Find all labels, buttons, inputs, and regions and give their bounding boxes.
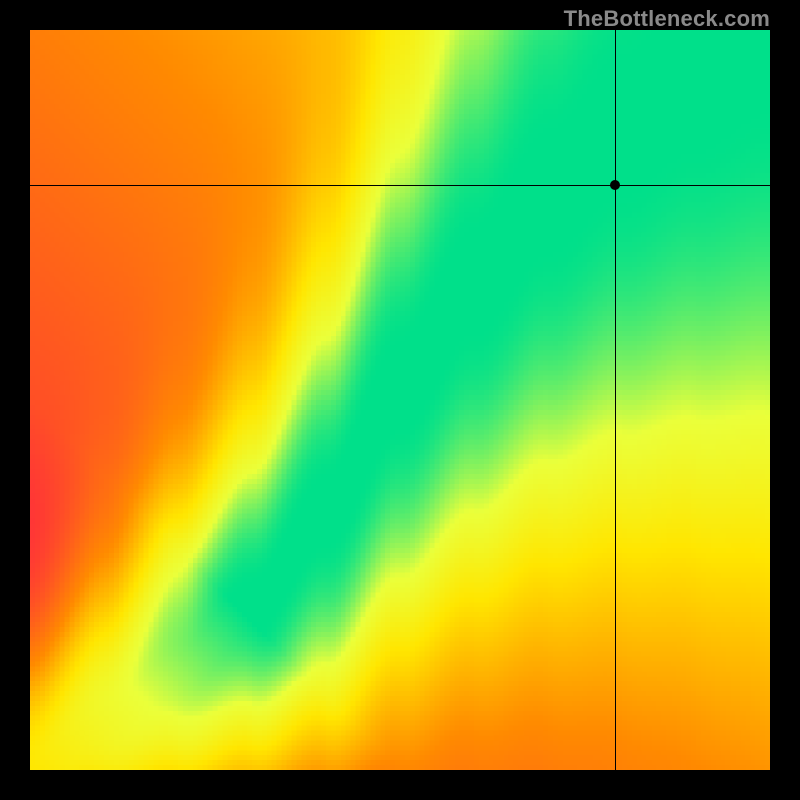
watermark-text: TheBottleneck.com: [564, 6, 770, 32]
plot-area: [30, 30, 770, 770]
crosshair-vertical: [615, 30, 616, 770]
marker-dot: [610, 180, 620, 190]
chart-frame: TheBottleneck.com: [0, 0, 800, 800]
heatmap-canvas: [30, 30, 770, 770]
crosshair-horizontal: [30, 185, 770, 186]
